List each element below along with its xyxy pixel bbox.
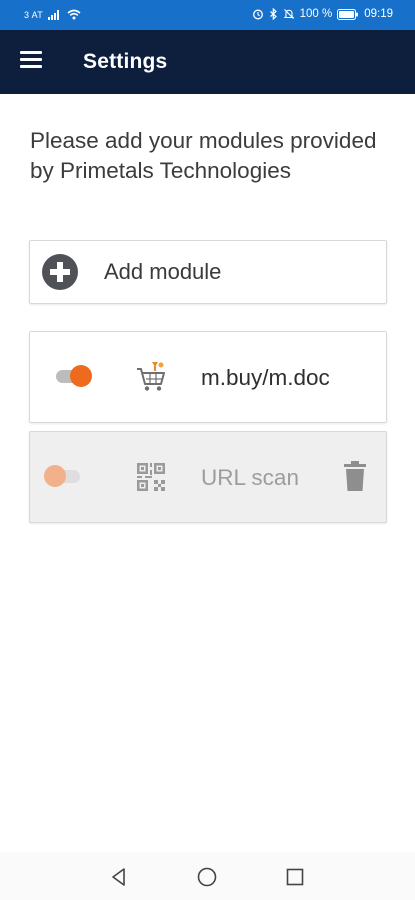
battery-icon (337, 8, 359, 20)
intro-text: Please add your modules provided by Prim… (30, 128, 377, 183)
status-right: 100 % 09:19 (252, 8, 393, 20)
add-circle-icon (42, 254, 78, 290)
module-label: URL scan (201, 465, 299, 490)
add-module-label: Add module (104, 259, 222, 284)
hamburger-menu-icon[interactable] (20, 51, 46, 73)
back-triangle-icon[interactable] (108, 866, 130, 888)
mute-icon (283, 8, 295, 20)
shopping-cart-icon (137, 362, 165, 391)
app-bar: Settings (0, 30, 415, 94)
module-toggle[interactable] (44, 465, 82, 487)
module-item-mbuy: m.buy/m.doc (29, 331, 387, 423)
trash-icon[interactable] (342, 460, 368, 492)
page-title: Settings (83, 50, 168, 73)
status-time: 09:19 (364, 8, 393, 20)
recents-square-icon[interactable] (284, 866, 306, 888)
alarm-icon (252, 8, 264, 20)
module-toggle[interactable] (54, 365, 92, 387)
signal-icon (48, 9, 62, 20)
qr-code-icon (137, 463, 165, 491)
battery-percent: 100 % (299, 8, 333, 20)
module-label: m.buy/m.doc (201, 365, 330, 390)
module-item-url-scan: URL scan (29, 431, 387, 523)
status-bar: 3 AT 100 % 09:19 (0, 0, 415, 30)
bluetooth-icon (269, 8, 278, 20)
home-circle-icon[interactable] (196, 866, 218, 888)
system-nav-bar (0, 852, 415, 900)
add-module-button[interactable]: Add module (29, 240, 387, 304)
status-left: 3 AT (24, 9, 81, 20)
wifi-icon (67, 9, 81, 20)
carrier-label: 3 AT (24, 9, 44, 20)
